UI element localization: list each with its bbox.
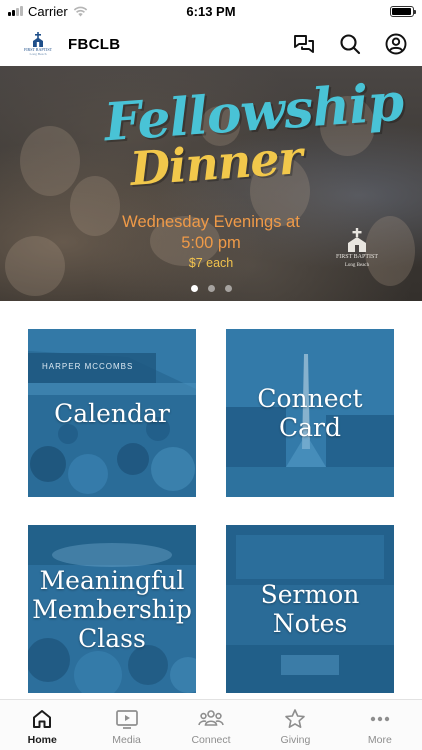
membership-class-tile-label-line2: Membership (32, 594, 192, 624)
membership-class-tile-label-line3: Class (78, 623, 146, 653)
calendar-tile-label-line1: Calendar (54, 398, 170, 428)
app-header: FIRST BAPTIST Long Beach FBCLB (0, 22, 422, 66)
profile-button[interactable] (384, 32, 408, 56)
connect-card-tile-label-line1: Connect (257, 384, 363, 413)
steeple-icon (33, 31, 43, 47)
tab-media[interactable]: Media (84, 700, 168, 750)
membership-class-tile-label-line1: Meaningful (39, 565, 185, 595)
connect-card-tile-label: Connect Card (257, 384, 362, 442)
people-icon (198, 710, 224, 726)
status-left: Carrier (8, 4, 88, 19)
tab-home-label: Home (27, 734, 57, 746)
profile-icon (385, 33, 407, 55)
tab-connect-label: Connect (191, 734, 231, 746)
star-icon (285, 709, 306, 728)
more-dots-icon (370, 716, 390, 722)
home-icon (33, 710, 52, 728)
calendar-tile-sign: HARPER MCCOMBS (42, 362, 134, 371)
pager-dot-2[interactable] (207, 285, 215, 292)
battery-icon (390, 5, 416, 17)
sermon-notes-tile[interactable]: Sermon Notes (226, 525, 394, 693)
carrier-label: Carrier (28, 3, 68, 19)
sermon-notes-tile-label-line1: Sermon (260, 580, 360, 609)
search-icon (340, 34, 361, 55)
tab-connect[interactable]: Connect (169, 700, 253, 750)
membership-class-tile-label: Meaningful Membership Class (32, 566, 192, 653)
logo-subtext: Long Beach (29, 51, 47, 56)
calendar-tile-label: Calendar (54, 399, 170, 428)
header-actions (292, 32, 408, 56)
tab-media-label: Media (112, 734, 141, 746)
sermon-notes-tile-label: Sermon Notes (261, 580, 360, 638)
messages-button[interactable] (292, 32, 316, 56)
status-bar: Carrier 6:13 PM (0, 0, 422, 22)
church-logo: FIRST BAPTIST Long Beach (24, 30, 52, 58)
banner-pager (0, 285, 422, 292)
calendar-tile[interactable]: HARPER MCCOMBS Calendar (28, 329, 196, 497)
tab-giving[interactable]: Giving (253, 700, 337, 750)
tab-bar: Home Media Connect Giving More (0, 699, 422, 750)
promo-banner[interactable]: Fellowship Dinner Wednesday Evenings at … (0, 66, 422, 301)
tab-home[interactable]: Home (0, 700, 84, 750)
tab-more[interactable]: More (338, 700, 422, 750)
tab-giving-label: Giving (280, 734, 311, 746)
signal-icon (8, 6, 23, 16)
banner-steeple-icon (348, 228, 366, 252)
sermon-notes-tile-label-line2: Notes (272, 609, 348, 638)
app-title: FBCLB (68, 35, 121, 53)
pager-dot-1[interactable] (190, 285, 198, 292)
banner-logo-subtext: Long Beach (344, 262, 370, 268)
pager-dot-3[interactable] (224, 285, 232, 292)
banner-logo-text: FIRST BAPTIST (335, 254, 379, 260)
connect-card-tile-label-line2: Card (278, 413, 341, 442)
tab-more-label: More (367, 734, 392, 746)
messages-icon (294, 35, 314, 53)
search-button[interactable] (338, 32, 362, 56)
wifi-icon (73, 6, 87, 16)
media-icon (115, 710, 138, 729)
banner-church-logo: FIRST BAPTIST Long Beach (335, 228, 379, 268)
connect-card-tile[interactable]: Connect Card (226, 329, 394, 497)
membership-class-tile[interactable]: Meaningful Membership Class (28, 525, 196, 693)
